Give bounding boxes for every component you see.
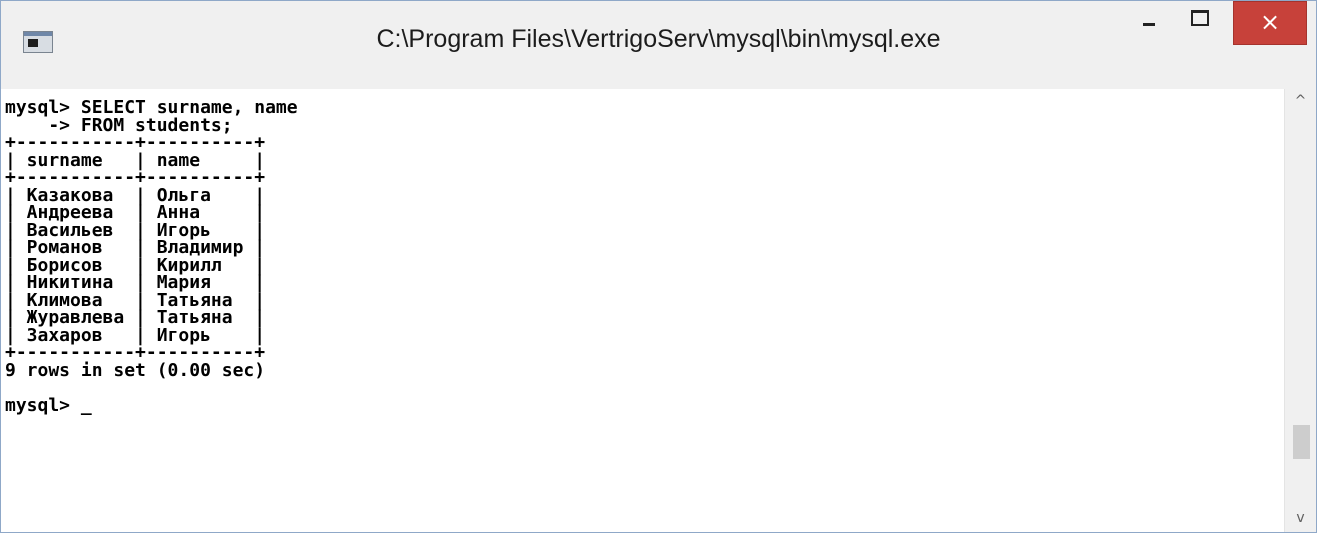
command-prompt[interactable]: mysql> _ xyxy=(5,395,92,416)
console-window: C:\Program Files\VertrigoServ\mysql\bin\… xyxy=(0,0,1317,533)
scrollbar-thumb[interactable] xyxy=(1293,425,1310,459)
scroll-up-icon[interactable]: ^ xyxy=(1285,89,1316,113)
window-title: C:\Program Files\VertrigoServ\mysql\bin\… xyxy=(376,25,941,53)
scroll-down-icon[interactable]: v xyxy=(1285,506,1316,530)
vertical-scrollbar[interactable]: ^ v xyxy=(1284,89,1316,532)
maximize-button[interactable] xyxy=(1179,1,1219,45)
close-button[interactable]: × xyxy=(1233,1,1307,45)
console-text[interactable]: mysql> SELECT surname, name -> FROM stud… xyxy=(5,99,298,416)
minimize-button[interactable] xyxy=(1129,1,1169,45)
title-bar[interactable]: C:\Program Files\VertrigoServ\mysql\bin\… xyxy=(1,1,1316,89)
console-output[interactable]: mysql> SELECT surname, name -> FROM stud… xyxy=(1,89,1284,532)
result-summary: 9 rows in set (0.00 sec) xyxy=(5,359,266,381)
